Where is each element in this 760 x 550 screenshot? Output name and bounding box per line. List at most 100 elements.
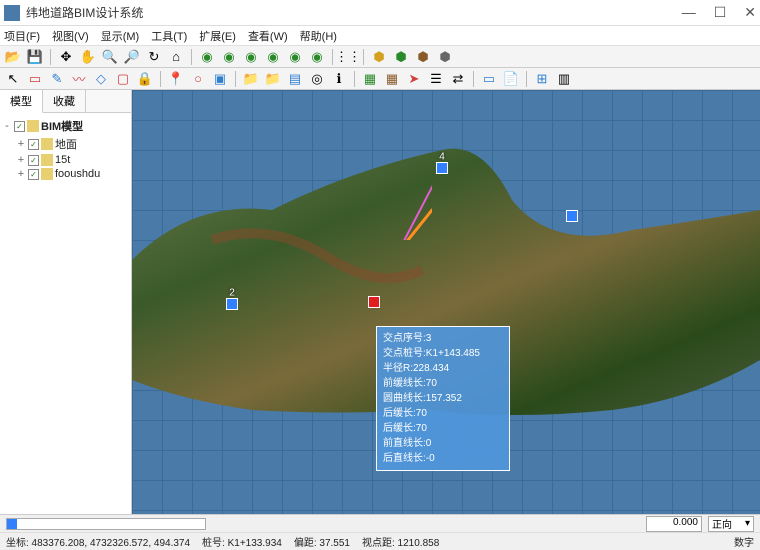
model-tree: - BIM模型 + 地面 + 15t + fooushdu	[0, 113, 131, 185]
marker-3[interactable]	[368, 296, 380, 308]
box2-icon[interactable]: ⬢	[392, 48, 410, 66]
rect-icon[interactable]: ▢	[114, 70, 132, 88]
box4-icon[interactable]: ⬢	[436, 48, 454, 66]
direction-select[interactable]: 正向 ▾	[708, 516, 754, 532]
tool-a-icon[interactable]: ▣	[211, 70, 229, 88]
menu-help[interactable]: 帮助(H)	[300, 28, 337, 44]
pan-icon[interactable]: ✋	[79, 48, 97, 66]
viewport-3d[interactable]: 2 4 交点序号:3 交点桩号:K1+143.485 半径R:228.434 前…	[132, 90, 760, 514]
info-line: 圆曲线长:157.352	[383, 391, 503, 406]
path-icon[interactable]: 〰	[70, 70, 88, 88]
menu-project[interactable]: 项目(F)	[4, 28, 40, 44]
maximize-icon[interactable]: ☐	[714, 4, 727, 21]
tree-root[interactable]: - BIM模型	[2, 117, 129, 135]
tree-item-label: 地面	[55, 136, 77, 152]
layer-icon	[41, 168, 53, 180]
target-icon[interactable]: ◎	[308, 70, 326, 88]
surface-icon[interactable]: ◉	[198, 48, 216, 66]
select-icon[interactable]: ▭	[26, 70, 44, 88]
title-bar: 纬地道路BIM设计系统 — ☐ ✕	[0, 0, 760, 26]
prop-icon[interactable]: ▥	[555, 70, 573, 88]
home-icon[interactable]: ⌂	[167, 48, 185, 66]
points-icon[interactable]: ⋮⋮	[339, 48, 357, 66]
checkbox[interactable]	[28, 169, 39, 180]
folder1-icon[interactable]: 📁	[242, 70, 260, 88]
tree-item-label: fooushdu	[55, 168, 100, 180]
cursor-icon[interactable]: ↖	[4, 70, 22, 88]
marker-2[interactable]	[226, 298, 238, 310]
menu-lookup[interactable]: 查看(W)	[248, 28, 288, 44]
window-controls: — ☐ ✕	[682, 4, 756, 21]
measure-icon[interactable]: ✎	[48, 70, 66, 88]
menu-display[interactable]: 显示(M)	[101, 28, 140, 44]
info-panel: 交点序号:3 交点桩号:K1+143.485 半径R:228.434 前缓线长:…	[376, 326, 510, 471]
circle-icon[interactable]: ○	[189, 70, 207, 88]
open-icon[interactable]: 📂	[4, 48, 22, 66]
zoom-out-icon[interactable]: 🔎	[123, 48, 141, 66]
tree-item-fooushdu[interactable]: + fooushdu	[16, 167, 129, 181]
sidebar: 模型 收藏 - BIM模型 + 地面 + 15t	[0, 90, 132, 514]
main-area: 模型 收藏 - BIM模型 + 地面 + 15t	[0, 90, 760, 514]
menu-tools[interactable]: 工具(T)	[151, 28, 187, 44]
arrow-icon[interactable]: ➤	[405, 70, 423, 88]
tab-model[interactable]: 模型	[0, 90, 43, 113]
rotate-icon[interactable]: ↻	[145, 48, 163, 66]
menu-view[interactable]: 视图(V)	[52, 28, 89, 44]
menu-bar: 项目(F) 视图(V) 显示(M) 工具(T) 扩展(E) 查看(W) 帮助(H…	[0, 26, 760, 46]
collapse-icon[interactable]: -	[2, 120, 12, 132]
info-line: 前直线长:0	[383, 436, 503, 451]
info-line: 后缓长:70	[383, 406, 503, 421]
box3-icon[interactable]: ⬢	[414, 48, 432, 66]
tree-item-terrain[interactable]: + 地面	[16, 135, 129, 153]
swap-icon[interactable]: ⇄	[449, 70, 467, 88]
tree-item-label: 15t	[55, 154, 70, 166]
bottom-bar: 0.000 正向 ▾	[0, 514, 760, 532]
folder2-icon[interactable]: 📁	[264, 70, 282, 88]
surface3-icon[interactable]: ◉	[242, 48, 260, 66]
grid2-icon[interactable]: ▦	[383, 70, 401, 88]
info-icon[interactable]: ℹ	[330, 70, 348, 88]
surface4-icon[interactable]: ◉	[264, 48, 282, 66]
close-icon[interactable]: ✕	[744, 4, 756, 21]
lock-icon[interactable]: 🔒	[136, 70, 154, 88]
marker-4[interactable]	[436, 162, 448, 174]
tree-icon[interactable]: ⊞	[533, 70, 551, 88]
surface5-icon[interactable]: ◉	[286, 48, 304, 66]
doc-icon[interactable]: 📄	[502, 70, 520, 88]
window-icon[interactable]: ▭	[480, 70, 498, 88]
expand-icon[interactable]: +	[16, 138, 26, 150]
zoom-in-icon[interactable]: 🔍	[101, 48, 119, 66]
checkbox[interactable]	[28, 139, 39, 150]
layer-icon	[41, 138, 53, 150]
grid1-icon[interactable]: ▦	[361, 70, 379, 88]
minimize-icon[interactable]: —	[682, 4, 696, 21]
area-icon[interactable]: ◇	[92, 70, 110, 88]
checkbox[interactable]	[28, 155, 39, 166]
tab-favorite[interactable]: 收藏	[43, 90, 86, 112]
list-icon[interactable]: ☰	[427, 70, 445, 88]
info-line: 半径R:228.434	[383, 361, 503, 376]
move-icon[interactable]: ✥	[57, 48, 75, 66]
surface6-icon[interactable]: ◉	[308, 48, 326, 66]
info-line: 后直线长:-0	[383, 451, 503, 466]
layer-icon	[41, 154, 53, 166]
sidebar-tabs: 模型 收藏	[0, 90, 131, 113]
marker-5[interactable]	[566, 210, 578, 222]
menu-extend[interactable]: 扩展(E)	[199, 28, 236, 44]
info-line: 交点序号:3	[383, 331, 503, 346]
tree-item-15t[interactable]: + 15t	[16, 153, 129, 167]
expand-icon[interactable]: +	[16, 154, 26, 166]
layers-icon[interactable]: ▤	[286, 70, 304, 88]
save-icon[interactable]: 💾	[26, 48, 44, 66]
box1-icon[interactable]: ⬢	[370, 48, 388, 66]
toolbar-2: ↖ ▭ ✎ 〰 ◇ ▢ 🔒 📍 ○ ▣ 📁 📁 ▤ ◎ ℹ ▦ ▦ ➤ ☰ ⇄ …	[0, 68, 760, 90]
marker-4-label: 4	[439, 152, 445, 163]
toolbar-1: 📂 💾 ✥ ✋ 🔍 🔎 ↻ ⌂ ◉ ◉ ◉ ◉ ◉ ◉ ⋮⋮ ⬢ ⬢ ⬢ ⬢	[0, 46, 760, 68]
value-input[interactable]: 0.000	[646, 516, 702, 532]
checkbox[interactable]	[14, 121, 25, 132]
progress-bar[interactable]	[6, 518, 206, 530]
expand-icon[interactable]: +	[16, 168, 26, 180]
surface2-icon[interactable]: ◉	[220, 48, 238, 66]
pin-icon[interactable]: 📍	[167, 70, 185, 88]
info-line: 后缓长:70	[383, 421, 503, 436]
